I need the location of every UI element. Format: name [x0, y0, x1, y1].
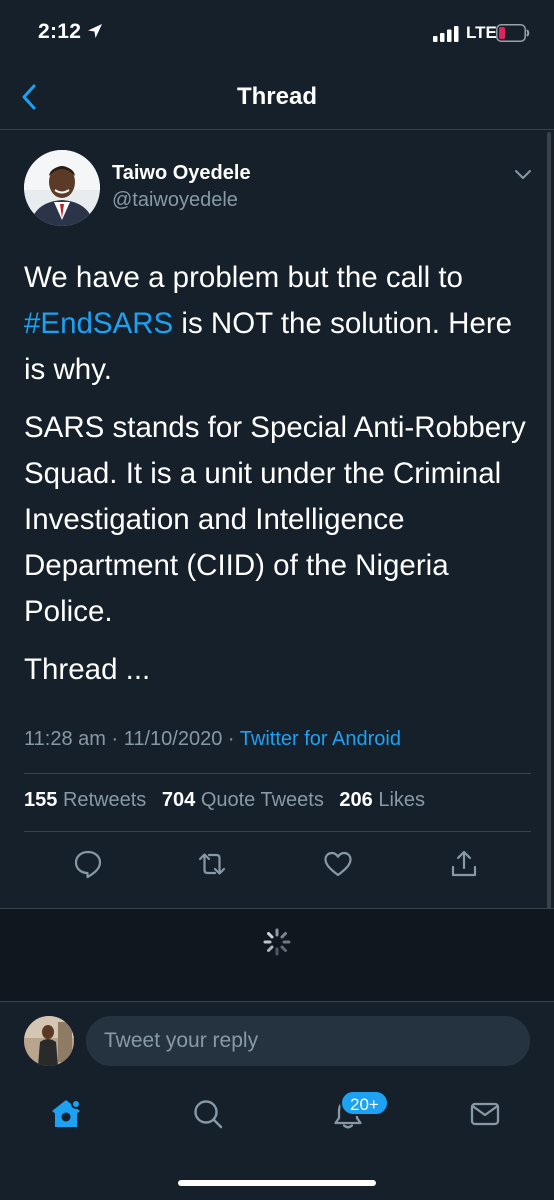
- quote-tweets-count: 704: [161, 789, 196, 811]
- separator: ·: [227, 728, 235, 750]
- network-type: LTE: [466, 23, 497, 42]
- retweets-label: Retweets: [62, 789, 147, 811]
- author-avatar[interactable]: [24, 150, 100, 226]
- chevron-down-icon[interactable]: [512, 166, 534, 182]
- scrollbar[interactable]: [547, 132, 551, 998]
- loading-section: [0, 908, 554, 1002]
- page-title: Thread: [236, 83, 317, 110]
- likes-label: Likes: [378, 789, 426, 811]
- retweets-stat[interactable]: 155 Retweets: [24, 789, 146, 811]
- tweet-metadata: 11:28 am · 11/10/2020 · Twitter for Andr…: [24, 728, 401, 751]
- divider: [24, 773, 531, 774]
- signal-strength-icon: [433, 26, 459, 42]
- avatar-image: [24, 1016, 74, 1066]
- home-indicator[interactable]: [178, 1180, 376, 1186]
- share-icon[interactable]: [448, 848, 480, 880]
- notifications-badge: 20+: [340, 1090, 389, 1116]
- retweet-icon[interactable]: [196, 848, 228, 880]
- divider: [24, 831, 531, 832]
- hashtag-link[interactable]: #EndSARS: [24, 307, 173, 340]
- current-user-avatar[interactable]: [24, 1016, 74, 1066]
- loading-spinner-icon: [263, 928, 291, 956]
- tweet-paragraph: SARS stands for Special Anti-Robbery Squ…: [24, 411, 526, 628]
- separator: ·: [111, 728, 119, 750]
- status-bar: 2:12 LTE: [0, 0, 554, 68]
- author-handle[interactable]: @taiwoyedele: [112, 189, 238, 212]
- author-name[interactable]: Taiwo Oyedele: [112, 162, 251, 185]
- tweet-paragraph: Thread ...: [24, 653, 151, 686]
- avatar-image: [24, 150, 100, 226]
- likes-stat[interactable]: 206 Likes: [339, 789, 425, 811]
- tweet-text: We have a problem but the call to #EndSA…: [24, 255, 539, 705]
- reply-compose-bar: [0, 1002, 554, 1080]
- tweet-stats: 155 Retweets 704 Quote Tweets 206 Likes: [24, 789, 425, 812]
- tweet-paragraph: We have a problem but the call to #EndSA…: [24, 255, 539, 393]
- tweet-text-segment: We have a problem but the call to: [24, 261, 463, 294]
- home-icon[interactable]: [48, 1096, 84, 1132]
- tweet-source-link[interactable]: Twitter for Android: [240, 728, 401, 750]
- navigation-bar: Thread: [0, 68, 554, 130]
- location-arrow-icon: [88, 24, 102, 38]
- mail-icon[interactable]: [467, 1096, 503, 1132]
- quote-tweets-stat[interactable]: 704 Quote Tweets: [162, 789, 324, 811]
- tweet-date: 11/10/2020: [123, 728, 223, 750]
- reply-input[interactable]: [86, 1016, 530, 1066]
- retweets-count: 155: [24, 789, 58, 811]
- quote-tweets-label: Quote Tweets: [200, 789, 324, 811]
- battery-icon: [496, 24, 530, 42]
- search-icon[interactable]: [190, 1096, 226, 1132]
- likes-count: 206: [339, 789, 373, 811]
- tweet-time: 11:28 am: [24, 728, 106, 750]
- reply-icon[interactable]: [72, 848, 104, 880]
- status-time: 2:12: [38, 20, 82, 43]
- heart-icon[interactable]: [322, 848, 354, 880]
